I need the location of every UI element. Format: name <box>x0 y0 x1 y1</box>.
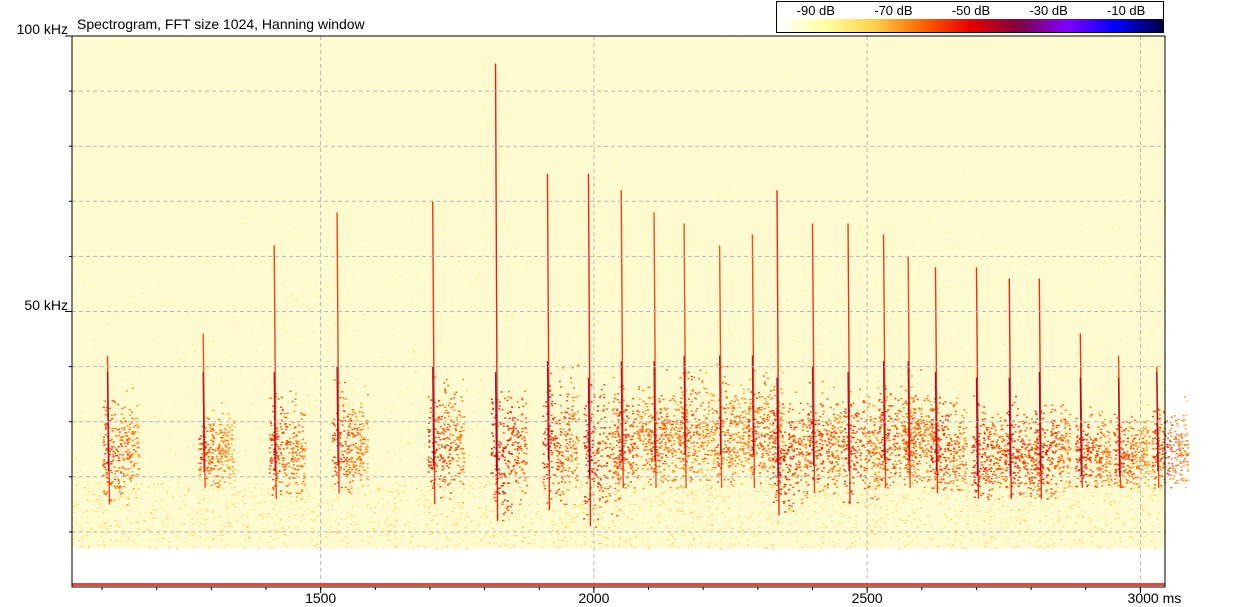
x-tick-label: 2000 <box>578 590 610 606</box>
call-mark <box>1151 366 1190 489</box>
spectrogram-plot <box>65 35 1190 593</box>
y-tick-label: 100 kHz <box>16 21 68 37</box>
x-tick-label: 2500 <box>851 590 883 606</box>
y-tick-label: 50 kHz <box>24 296 68 313</box>
spectro-silence-band <box>72 548 1165 587</box>
x-tick-label: 1500 <box>305 590 337 606</box>
spectro-background <box>72 36 1165 549</box>
x-tick-label: 3000 ms <box>1127 590 1182 606</box>
baseline-marker <box>72 583 1165 586</box>
